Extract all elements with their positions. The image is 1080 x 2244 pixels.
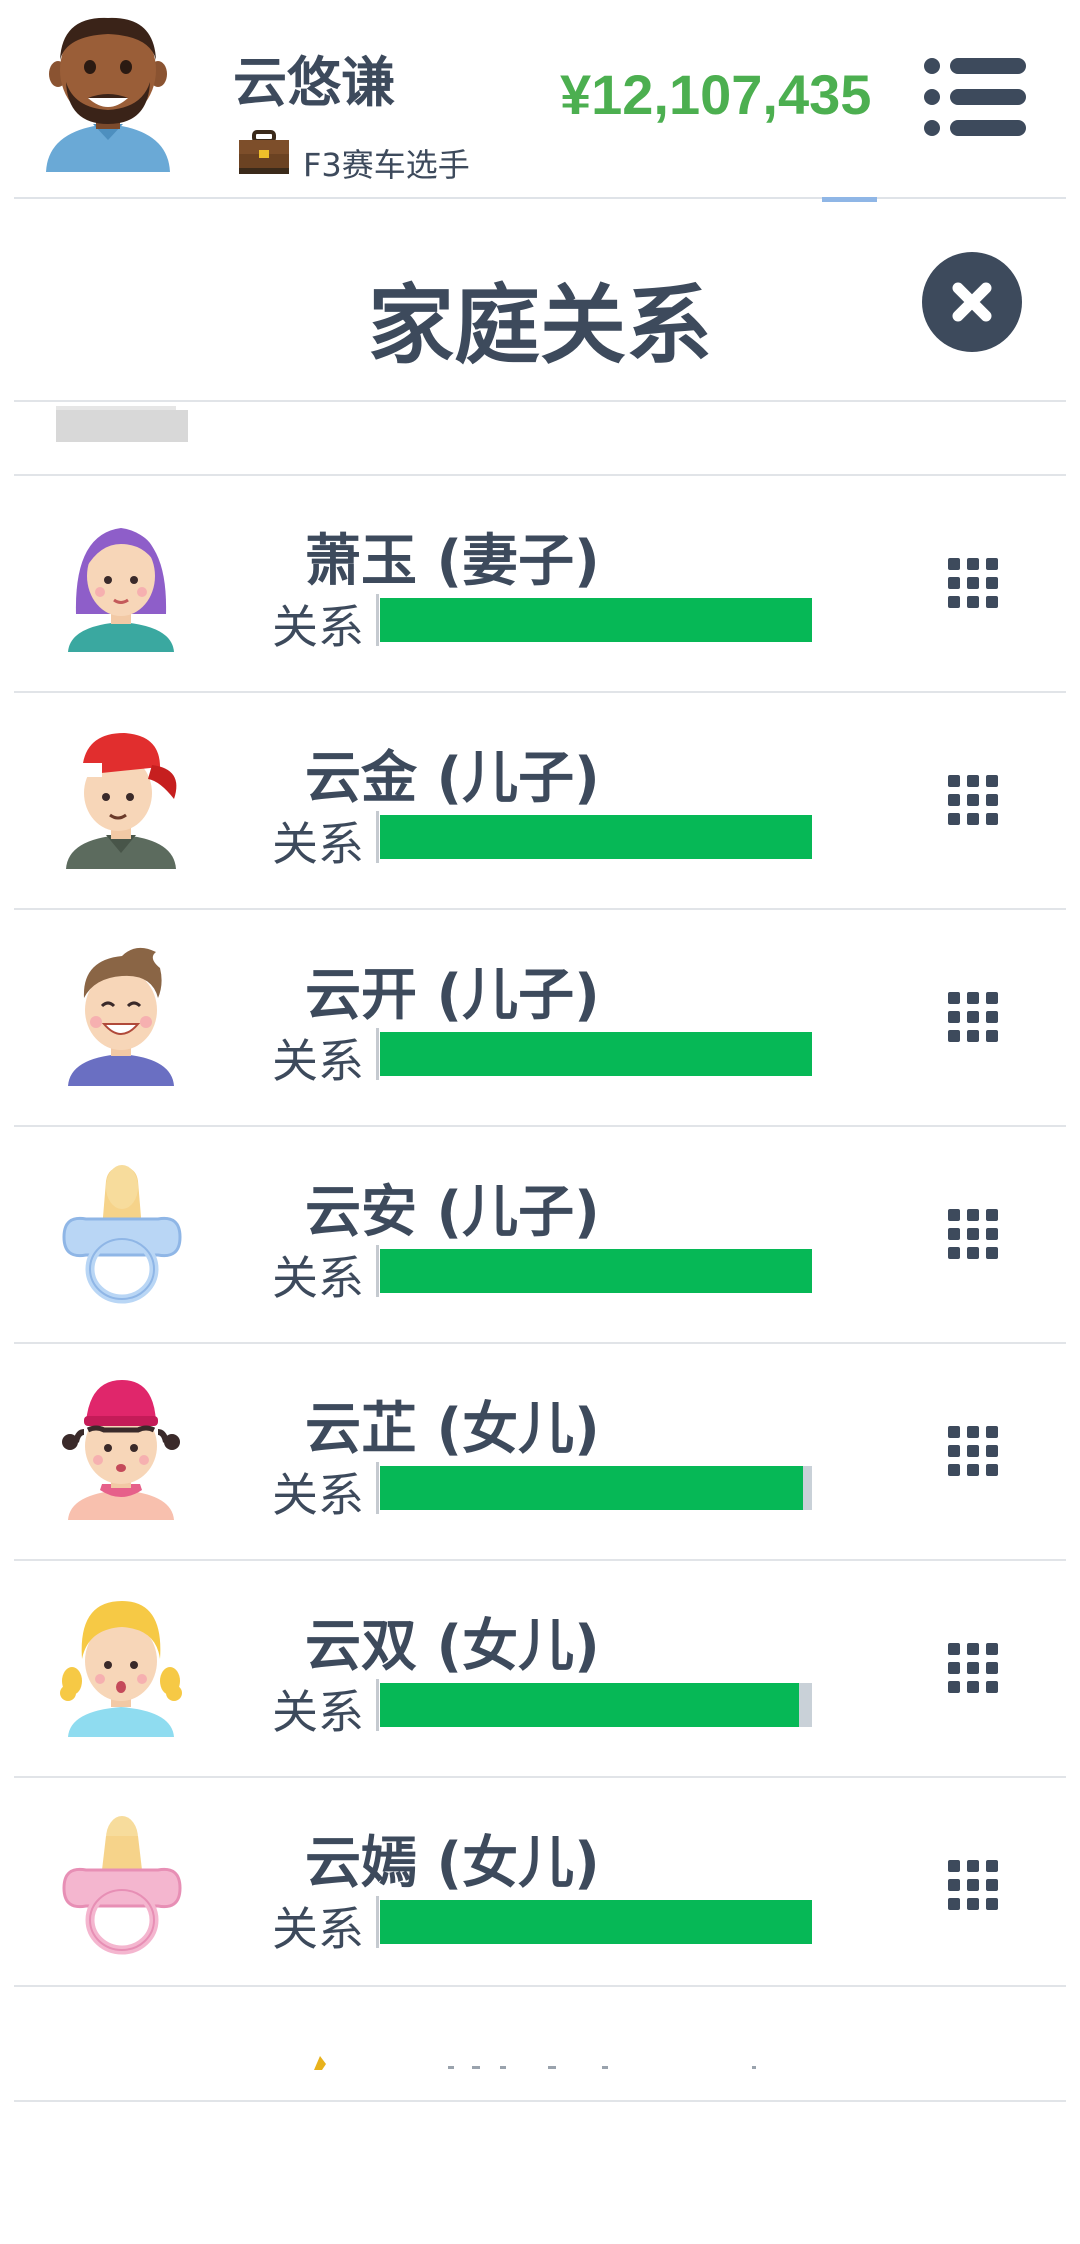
- girl-pink-hat-avatar: [62, 1380, 180, 1520]
- relationship-label: 关系: [272, 817, 364, 871]
- family-member-row[interactable]: 云金 (儿子) 关系: [0, 693, 1080, 909]
- man-beard-avatar[interactable]: [38, 12, 178, 177]
- family-member-row[interactable]: 云安 (儿子) 关系: [0, 1127, 1080, 1343]
- relationship-bar: [380, 598, 812, 642]
- family-member-row[interactable]: 云双 (女儿) 关系: [0, 1561, 1080, 1777]
- menu-icon[interactable]: [922, 56, 1028, 138]
- bar-marker: [376, 1679, 379, 1731]
- relationship-label: 关系: [272, 600, 364, 654]
- relationship-label: 关系: [272, 1902, 364, 1956]
- briefcase-icon: [239, 130, 289, 174]
- relationship-bar-fill: [380, 1032, 812, 1076]
- relationship-label: 关系: [272, 1468, 364, 1522]
- relationship-label: 关系: [272, 1251, 364, 1305]
- grid-icon[interactable]: [948, 1860, 998, 1910]
- relationship-bar-fill: [380, 1249, 812, 1293]
- bar-marker: [376, 1462, 379, 1514]
- header-divider: [14, 197, 1066, 199]
- relationship-bar-fill: [380, 1683, 800, 1727]
- dialog-header: 家庭关系: [0, 200, 1080, 400]
- bar-marker: [376, 811, 379, 863]
- grid-icon[interactable]: [948, 1426, 998, 1476]
- member-name: 云芷 (女儿): [305, 1397, 600, 1462]
- grid-icon[interactable]: [948, 1209, 998, 1259]
- relationship-bar-fill: [380, 1466, 804, 1510]
- bar-marker: [376, 1028, 379, 1080]
- job-title: F3赛车选手: [303, 146, 470, 184]
- top-header: 云悠谦 F3赛车选手 ¥12,107,435: [0, 0, 1080, 197]
- boy-smiling-avatar: [68, 947, 174, 1086]
- woman-purple-hair-avatar: [68, 528, 174, 652]
- relationship-bar-fill: [380, 598, 812, 642]
- family-member-row[interactable]: 萧玉 (妻子) 关系: [0, 476, 1080, 692]
- grid-icon[interactable]: [948, 992, 998, 1042]
- relationship-label: 关系: [272, 1034, 364, 1088]
- bar-marker: [376, 594, 379, 646]
- relationship-bar: [380, 815, 812, 859]
- clipped-content: [314, 2056, 756, 2070]
- member-name: 萧玉 (妻子): [305, 529, 600, 594]
- close-icon: [952, 282, 992, 322]
- family-member-row[interactable]: 云芷 (女儿) 关系: [0, 1344, 1080, 1560]
- grid-icon[interactable]: [948, 558, 998, 608]
- boy-red-cap-avatar: [66, 733, 177, 869]
- divider: [14, 2100, 1066, 2102]
- relationship-bar: [380, 1683, 812, 1727]
- relationship-bar: [380, 1466, 812, 1510]
- member-name: 云安 (儿子): [305, 1180, 600, 1245]
- relationship-bar: [380, 1900, 812, 1944]
- member-name: 云开 (儿子): [305, 963, 600, 1028]
- money-balance: ¥12,107,435: [560, 63, 872, 126]
- bar-marker: [376, 1896, 379, 1948]
- relationship-bar-fill: [380, 815, 812, 859]
- grid-icon[interactable]: [948, 1643, 998, 1693]
- member-name: 云双 (女儿): [305, 1614, 600, 1679]
- family-screen: 云悠谦 F3赛车选手 ¥12,107,435 家庭关系 萧玉 (妻子) 关系 云…: [0, 0, 1080, 2244]
- close-button[interactable]: [922, 252, 1022, 352]
- grid-icon[interactable]: [948, 775, 998, 825]
- relationship-bar: [380, 1032, 812, 1076]
- blue-pacifier-icon: [62, 1165, 182, 1304]
- placeholder-block: [56, 410, 188, 442]
- pink-pacifier-icon: [62, 1816, 182, 1955]
- divider: [14, 400, 1066, 402]
- relationship-bar-fill: [380, 1900, 812, 1944]
- divider: [14, 1985, 1066, 1987]
- dialog-title: 家庭关系: [368, 276, 712, 376]
- bar-marker: [376, 1245, 379, 1297]
- relationship-bar: [380, 1249, 812, 1293]
- member-name: 云金 (儿子): [305, 746, 600, 811]
- member-name: 云嫣 (女儿): [305, 1831, 600, 1896]
- relationship-label: 关系: [272, 1685, 364, 1739]
- family-member-row[interactable]: 云嫣 (女儿) 关系: [0, 1778, 1080, 1994]
- user-name: 云悠谦: [233, 51, 395, 114]
- girl-blonde-pigtails-avatar: [60, 1601, 182, 1737]
- family-member-row[interactable]: 云开 (儿子) 关系: [0, 910, 1080, 1126]
